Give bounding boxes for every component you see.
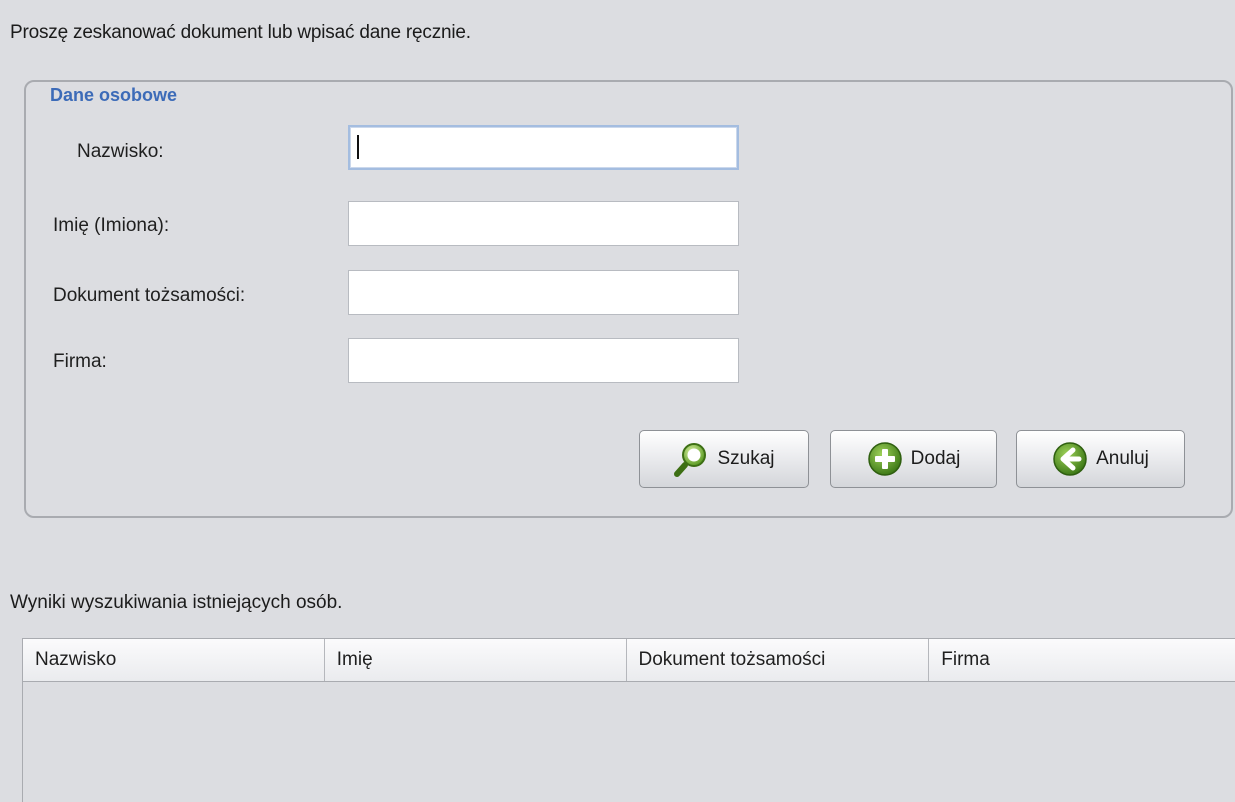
firstname-label: Imię (Imiona): [53, 215, 170, 236]
instruction-text: Proszę zeskanować dokument lub wpisać da… [10, 22, 471, 43]
add-button[interactable]: Dodaj [830, 430, 997, 488]
document-input[interactable] [348, 270, 739, 315]
text-caret [357, 135, 359, 159]
add-button-label: Dodaj [910, 448, 961, 469]
search-icon [673, 441, 709, 477]
cancel-button-label: Anuluj [1096, 448, 1149, 469]
firstname-input[interactable] [348, 201, 739, 246]
column-header-company[interactable]: Firma [929, 639, 1235, 681]
results-table: Nazwisko Imię Dokument tożsamości Firma [22, 638, 1235, 802]
arrow-left-circle-icon [1052, 441, 1088, 477]
column-header-document[interactable]: Dokument tożsamości [627, 639, 930, 681]
results-label: Wyniki wyszukiwania istniejących osób. [10, 592, 343, 613]
search-button-label: Szukaj [717, 448, 775, 469]
document-label: Dokument tożsamości: [53, 285, 246, 306]
company-input[interactable] [348, 338, 739, 383]
search-button[interactable]: Szukaj [639, 430, 809, 488]
cancel-button[interactable]: Anuluj [1016, 430, 1185, 488]
column-header-surname[interactable]: Nazwisko [23, 639, 325, 681]
plus-circle-icon [867, 441, 903, 477]
group-title: Dane osobowe [42, 83, 186, 107]
company-label: Firma: [53, 351, 107, 372]
surname-label: Nazwisko: [77, 141, 164, 162]
surname-input[interactable] [348, 125, 739, 170]
results-table-header: Nazwisko Imię Dokument tożsamości Firma [23, 639, 1235, 682]
column-header-firstname[interactable]: Imię [325, 639, 627, 681]
